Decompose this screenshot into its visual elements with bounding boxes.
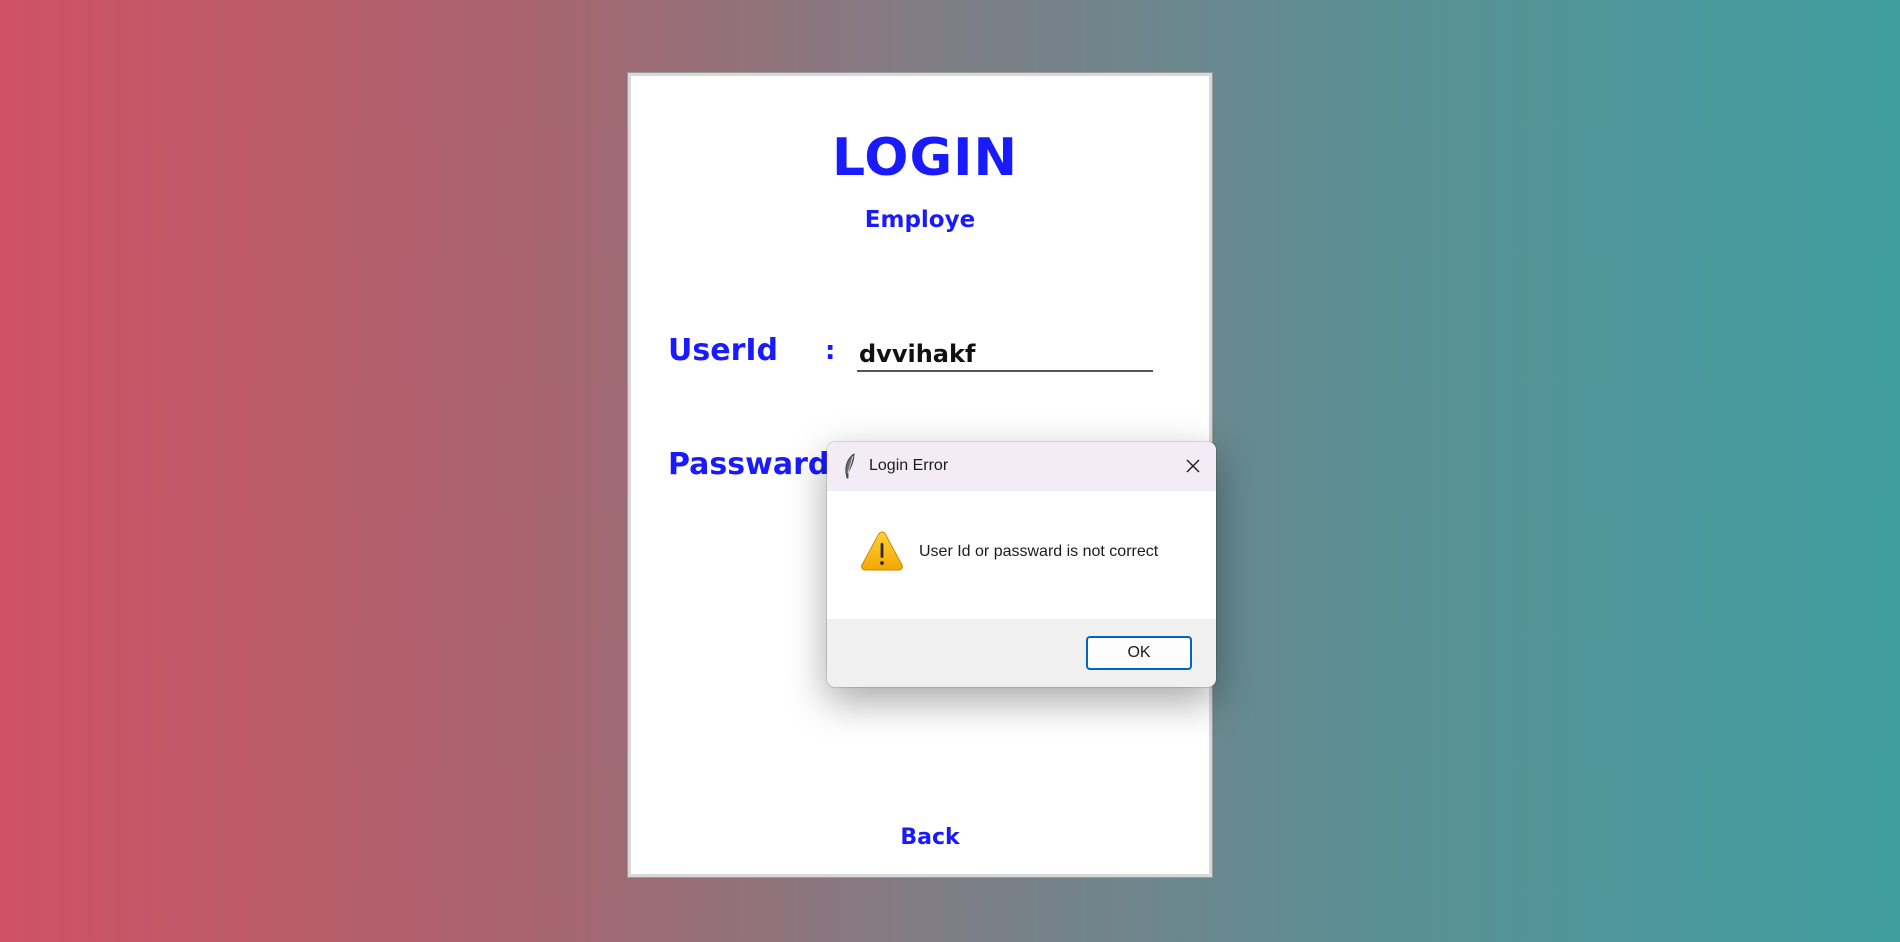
back-button[interactable]: Back <box>631 825 1209 850</box>
dialog-body: User Id or passward is not correct <box>827 491 1216 619</box>
userid-label: UserId <box>668 333 778 368</box>
login-title: LOGIN <box>831 128 1019 188</box>
warning-icon <box>861 531 903 571</box>
password-label: Passward <box>668 447 830 482</box>
close-icon[interactable] <box>1178 451 1208 481</box>
userid-colon: : <box>825 336 836 366</box>
userid-input[interactable] <box>857 338 1153 372</box>
ok-button[interactable]: OK <box>1086 636 1192 670</box>
feather-icon <box>845 453 855 479</box>
dialog-title: Login Error <box>869 457 949 474</box>
login-error-dialog: Login Error User Id or passward is not c… <box>827 442 1216 687</box>
login-subtitle: Employe <box>864 207 976 233</box>
dialog-titlebar[interactable]: Login Error <box>827 442 1216 491</box>
dialog-message: User Id or passward is not correct <box>919 543 1159 560</box>
